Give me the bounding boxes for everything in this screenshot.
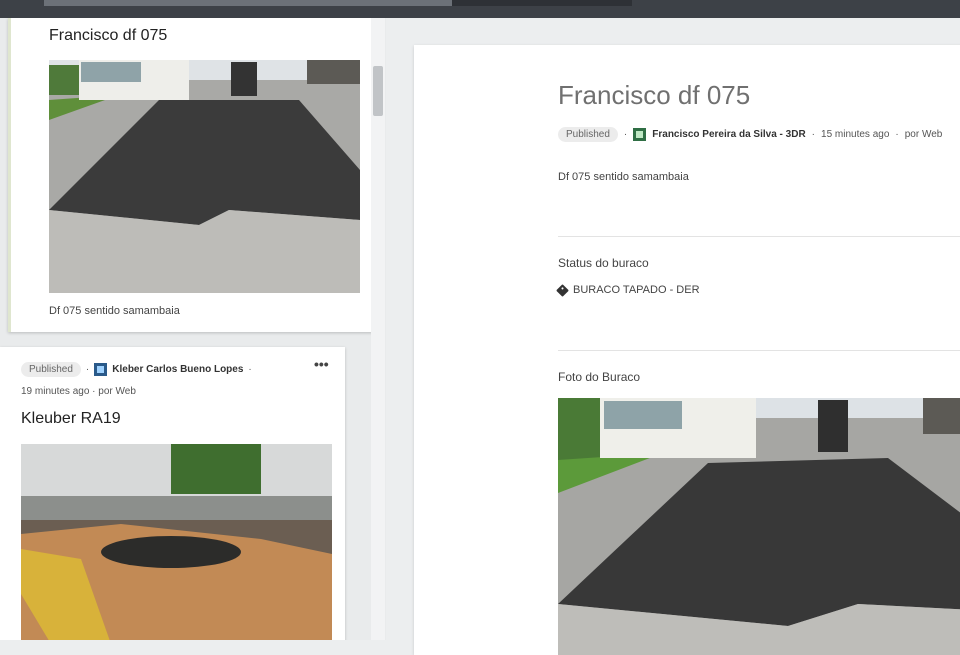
photo-section-label: Foto do Buraco xyxy=(558,370,641,384)
pothole-photo[interactable] xyxy=(21,444,332,640)
divider xyxy=(558,350,960,351)
page-title: Francisco df 075 xyxy=(558,80,751,110)
card-title[interactable]: Kleuber RA19 xyxy=(21,410,121,428)
card-meta-time: 19 minutes ago · por Web xyxy=(21,386,136,397)
status-tag[interactable]: BURACO TAPADO - DER xyxy=(556,283,700,297)
feed-column: Francisco df 075 Df 075 sentido samambai… xyxy=(0,18,386,640)
source: por Web xyxy=(98,386,136,397)
author-name[interactable]: Francisco Pereira da Silva - 3DR xyxy=(652,129,805,140)
divider xyxy=(558,236,960,237)
timestamp: 19 minutes ago xyxy=(21,386,90,397)
detail-meta: Published · Francisco Pereira da Silva -… xyxy=(558,127,942,142)
browser-tab-active[interactable] xyxy=(44,0,452,6)
browser-top-bar xyxy=(0,0,960,18)
avatar-icon xyxy=(633,128,647,141)
tag-icon xyxy=(556,283,569,297)
pothole-photo[interactable] xyxy=(558,398,960,655)
author-name[interactable]: Kleber Carlos Bueno Lopes xyxy=(112,364,243,375)
browser-tab[interactable] xyxy=(452,0,632,6)
card-meta: Published · Kleber Carlos Bueno Lopes · xyxy=(21,362,252,377)
description: Df 075 sentido samambaia xyxy=(558,171,689,183)
more-options-icon[interactable]: ••• xyxy=(314,356,329,372)
source: por Web xyxy=(904,129,943,140)
timestamp: 15 minutes ago xyxy=(821,129,890,140)
status-badge: Published xyxy=(558,127,618,142)
status-section-label: Status do buraco xyxy=(558,256,649,270)
avatar-icon xyxy=(94,363,108,376)
card-caption: Df 075 sentido samambaia xyxy=(49,305,180,317)
feed-scrollbar-thumb[interactable] xyxy=(373,66,383,116)
status-badge: Published xyxy=(21,362,81,377)
card-title[interactable]: Francisco df 075 xyxy=(49,27,167,45)
status-tag-label: BURACO TAPADO - DER xyxy=(573,284,700,296)
feed-card[interactable]: Published · Kleber Carlos Bueno Lopes · … xyxy=(0,347,345,640)
pothole-photo[interactable] xyxy=(49,60,360,293)
feed-card[interactable]: Francisco df 075 Df 075 sentido samambai… xyxy=(8,18,373,332)
detail-panel: Francisco df 075 Published · Francisco P… xyxy=(414,45,960,655)
